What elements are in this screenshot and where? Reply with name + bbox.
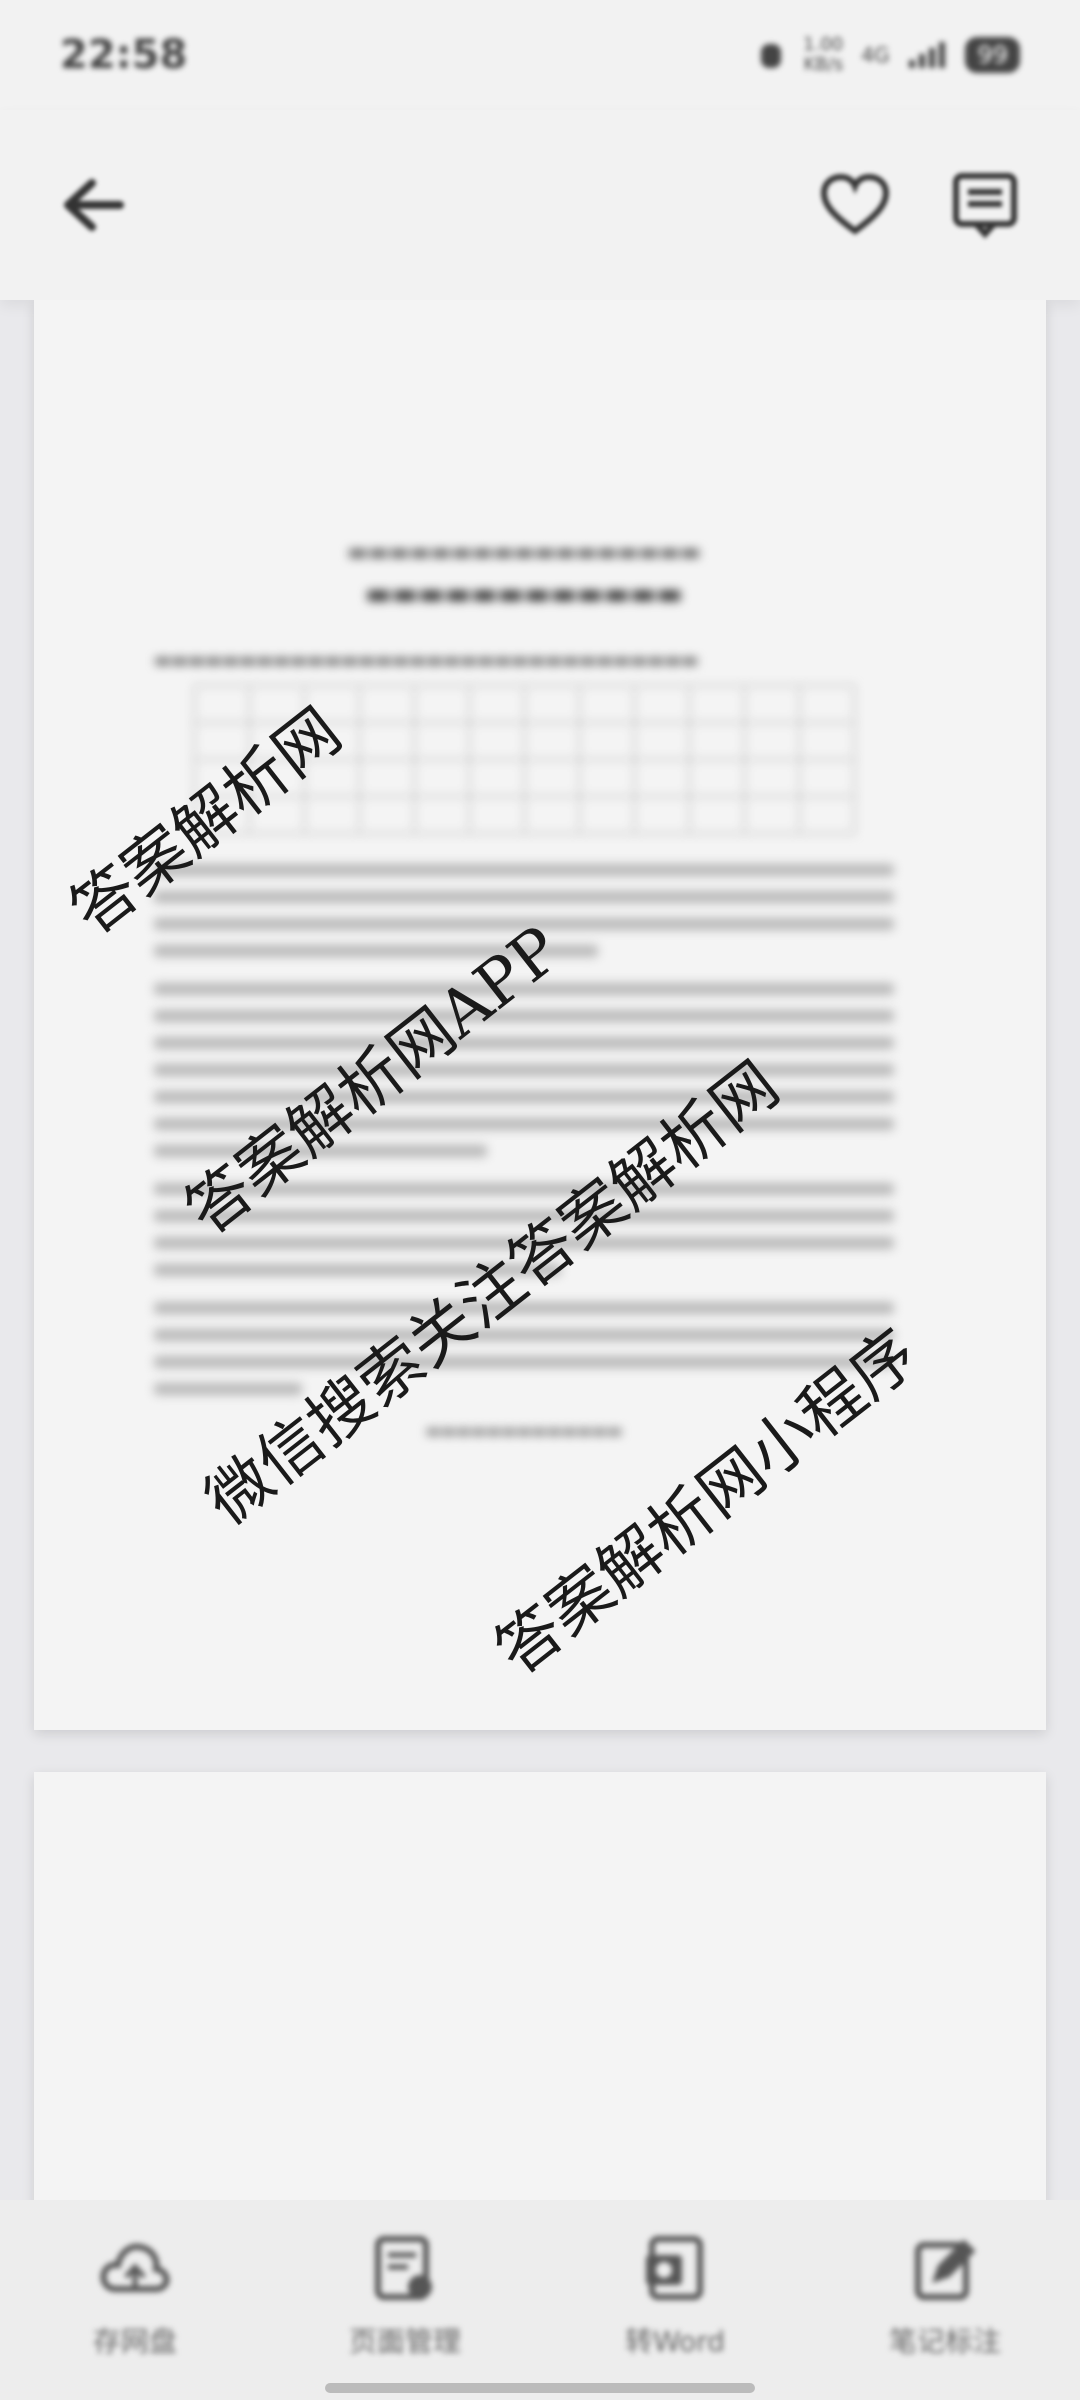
page-manage-icon: [366, 2230, 444, 2308]
back-button[interactable]: [48, 160, 138, 250]
convert-word-button[interactable]: 转Word: [575, 2230, 775, 2360]
speed-unit: KB/s: [803, 54, 844, 75]
document-title: ▬▬▬▬▬▬▬▬▬▬▬▬: [365, 577, 683, 610]
home-indicator[interactable]: [325, 2383, 755, 2393]
document-footer: ▬▬▬▬▬▬▬▬▬▬▬▬▬: [425, 1421, 623, 1440]
network-type: 4G: [861, 43, 890, 67]
tab-label: 笔记标注: [888, 2325, 1001, 2358]
document-menu-icon: [953, 173, 1017, 239]
blurred-document-content: ▬▬▬▬▬▬▬▬▬▬▬▬▬▬▬▬▬ ▬▬▬▬▬▬▬▬▬▬▬▬ ▬▬▬▬▬▬▬▬▬…: [154, 540, 894, 1440]
signal-icon: [909, 42, 946, 68]
note-edit-icon: [906, 2230, 984, 2308]
page-manage-button[interactable]: 页面管理: [305, 2230, 505, 2360]
status-bar: 22:58 1.00 KB/s 4G 99: [0, 0, 1080, 110]
speed-value: 1.00: [803, 34, 844, 55]
document-page: [34, 1772, 1046, 2200]
favorite-button[interactable]: [810, 160, 900, 250]
paragraph-block: [154, 983, 894, 1157]
note-annotate-button[interactable]: 笔记标注: [845, 2230, 1045, 2360]
document-viewer[interactable]: ▬▬▬▬▬▬▬▬▬▬▬▬▬▬▬▬▬ ▬▬▬▬▬▬▬▬▬▬▬▬ ▬▬▬▬▬▬▬▬▬…: [0, 300, 1080, 2200]
alarm-icon: [761, 44, 782, 68]
convert-word-icon: [636, 2230, 714, 2308]
document-subtitle: ▬▬▬▬▬▬▬▬▬▬▬▬▬▬▬▬▬: [347, 540, 701, 565]
status-time: 22:58: [60, 32, 188, 78]
heart-icon: [820, 173, 890, 235]
save-to-cloud-button[interactable]: 存网盘: [35, 2230, 235, 2360]
network-speed: 1.00 KB/s: [803, 35, 843, 75]
bottom-navigation: 存网盘 页面管理 转Word 笔记标注: [0, 2200, 1080, 2400]
paragraph-block: [154, 864, 894, 957]
arrow-left-icon: [64, 179, 124, 231]
status-indicators: 1.00 KB/s 4G 99: [757, 35, 1020, 75]
tab-label: 页面管理: [348, 2325, 461, 2358]
battery-level: 99: [965, 37, 1020, 73]
paragraph-block: [154, 1302, 894, 1395]
tab-label: 存网盘: [92, 2325, 177, 2358]
document-menu-button[interactable]: [940, 160, 1030, 250]
answer-grid: [193, 685, 855, 834]
document-page: ▬▬▬▬▬▬▬▬▬▬▬▬▬▬▬▬▬ ▬▬▬▬▬▬▬▬▬▬▬▬ ▬▬▬▬▬▬▬▬▬…: [34, 300, 1046, 1730]
top-toolbar: [0, 110, 1080, 300]
tab-label: 转Word: [625, 2325, 725, 2358]
document-note: ▬▬▬▬▬▬▬▬▬▬▬▬▬▬▬▬▬▬▬▬▬▬▬▬▬▬▬▬▬▬▬▬: [154, 650, 699, 671]
cloud-save-icon: [96, 2230, 174, 2308]
paragraph-block: [154, 1183, 894, 1276]
